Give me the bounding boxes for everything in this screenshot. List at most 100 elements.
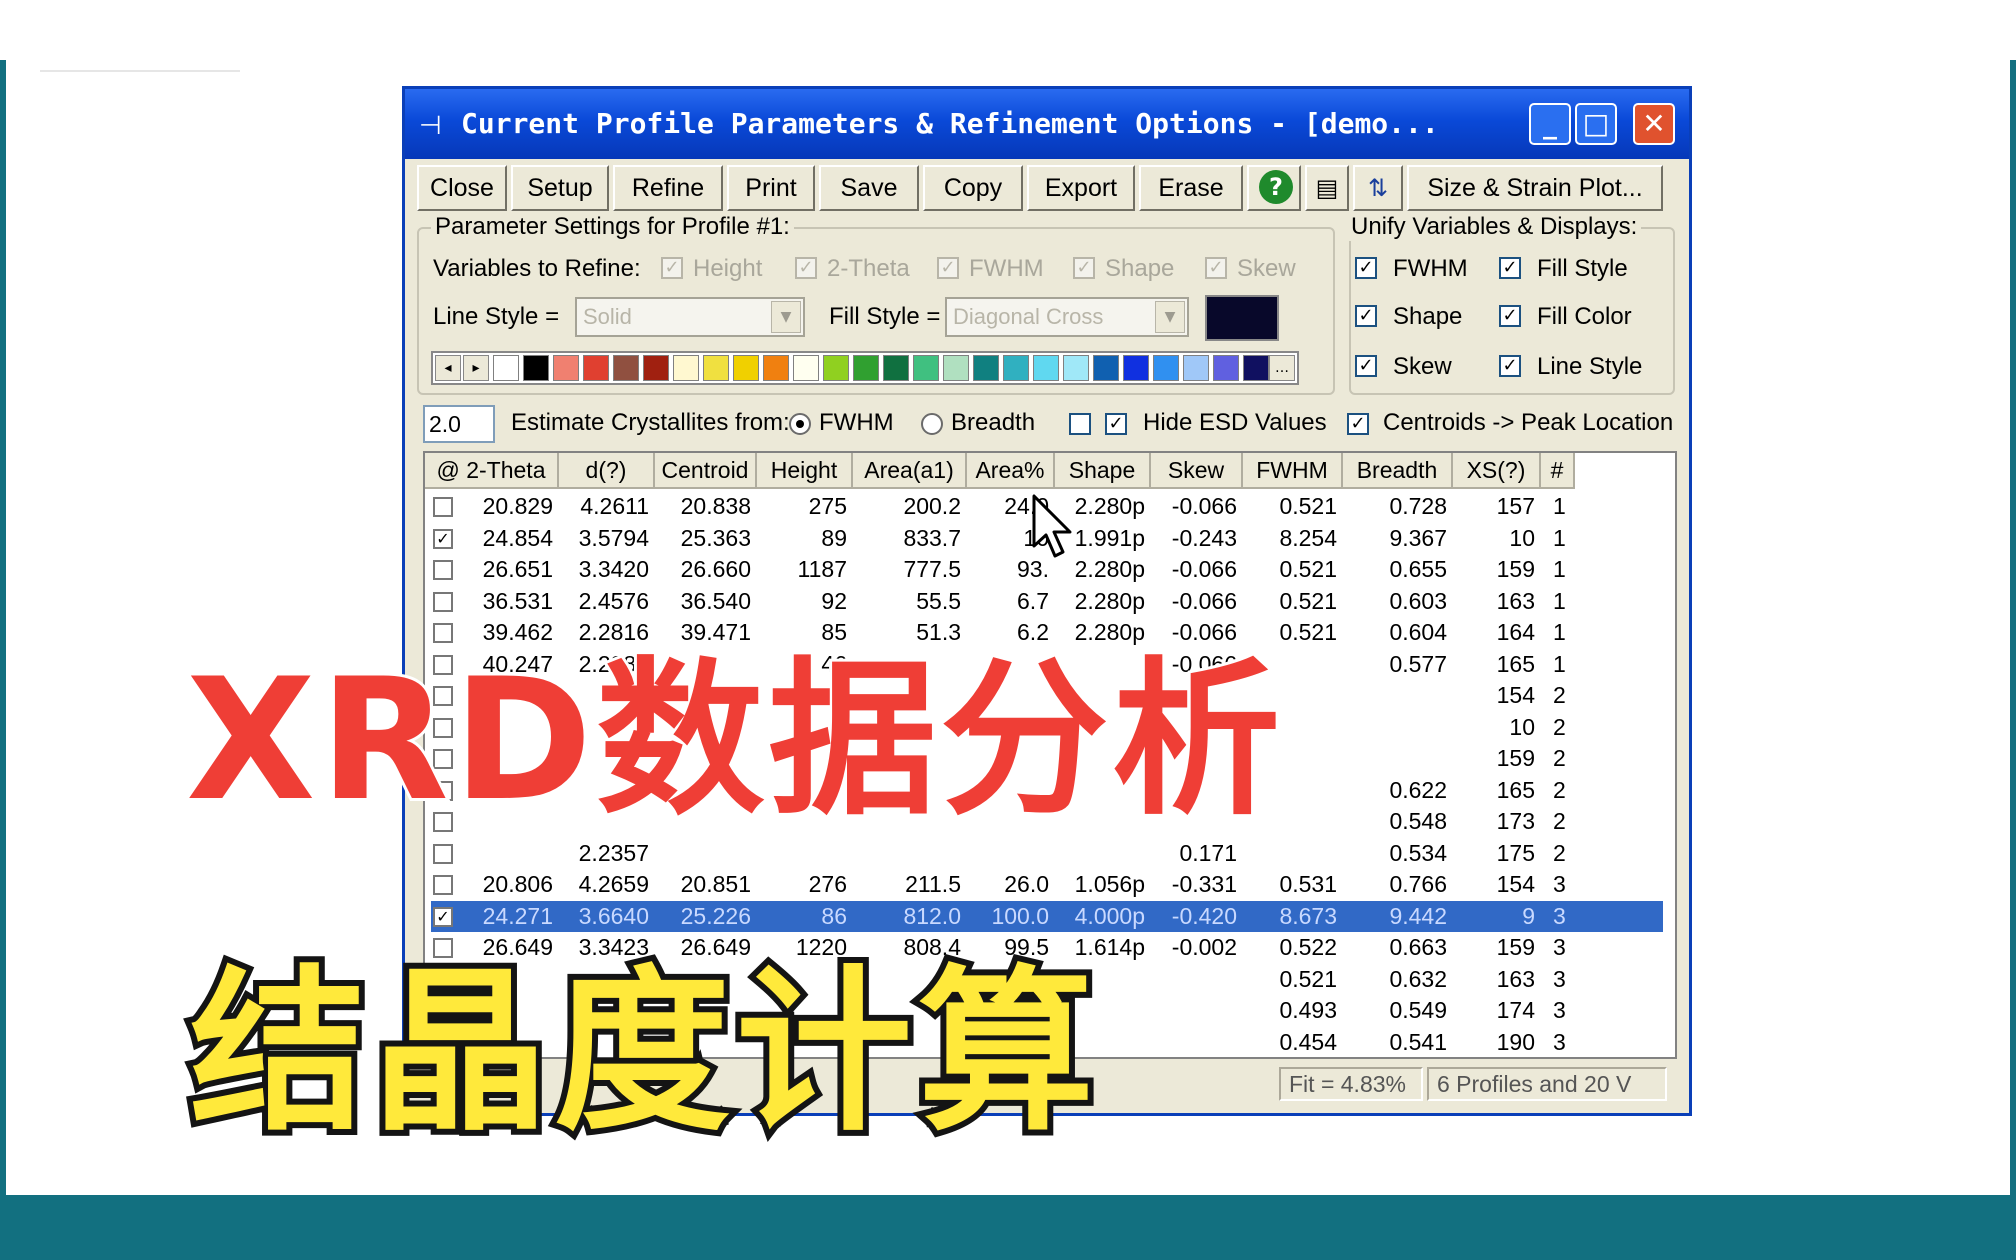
refine-button[interactable]: Refine [613, 165, 723, 211]
table-cell: 163 [1496, 587, 1535, 614]
help-button[interactable]: ? [1247, 165, 1301, 211]
unify-shape-checkbox[interactable]: ✓ [1355, 305, 1377, 327]
close-window-button[interactable]: ✕ [1633, 103, 1675, 145]
maximize-button[interactable]: □ [1575, 103, 1617, 145]
palette-color-22[interactable] [1153, 355, 1179, 381]
table-cell: 154 [1496, 682, 1535, 708]
palette-color-10[interactable] [793, 355, 819, 381]
unify-skew-checkbox[interactable]: ✓ [1355, 355, 1377, 377]
table-row[interactable]: 20.806 4.2659 20.851 276 211.5 26.0 1.056p -0.3… [425, 869, 1675, 900]
selected-color-swatch[interactable] [1205, 295, 1279, 341]
column-header-2[interactable]: Centroid [655, 453, 757, 489]
save-button[interactable]: Save [819, 165, 919, 211]
close-button[interactable]: Close [417, 165, 507, 211]
unify-skew-label: Skew [1393, 353, 1452, 380]
refine-height-label: Height [693, 255, 763, 282]
table-row-selected[interactable]: ✓ 24.271 3.6640 25.226 86 812.0 100.0 4.000p -0.… [431, 900, 1663, 932]
help-icon: ? [1259, 170, 1293, 204]
palette-color-18[interactable] [1033, 355, 1059, 381]
sort-button[interactable]: ⇅ [1353, 165, 1403, 211]
column-header-4[interactable]: Area(a1) [853, 453, 967, 489]
column-header-8[interactable]: FWHM [1243, 453, 1343, 489]
variables-to-refine-label: Variables to Refine: [433, 255, 641, 282]
table-cell: 159 [1496, 745, 1535, 771]
breadth-radio[interactable] [921, 413, 943, 435]
table-row[interactable]: 2.2357 0.171 0.534 175 2 [425, 838, 1675, 869]
overlay-subheadline: 结晶度计算 [184, 944, 1101, 1161]
palette-left-arrow-icon[interactable]: ◂ [435, 355, 461, 381]
palette-more-icon[interactable]: … [1269, 355, 1295, 381]
palette-color-7[interactable] [703, 355, 729, 381]
palette-color-19[interactable] [1063, 355, 1089, 381]
copy-button[interactable]: Copy [923, 165, 1023, 211]
palette-color-4[interactable] [613, 355, 639, 381]
palette-color-1[interactable] [523, 355, 549, 381]
refine-fwhm-checkbox[interactable]: ✓ [937, 257, 959, 279]
table-cell: 0.548 [1389, 808, 1447, 834]
palette-color-20[interactable] [1093, 355, 1119, 381]
crystallite-k-input[interactable]: 2.0 [423, 405, 495, 443]
refine-height-checkbox[interactable]: ✓ [661, 257, 683, 279]
palette-color-12[interactable] [853, 355, 879, 381]
title-bar[interactable]: ⊣ Current Profile Parameters & Refinemen… [405, 89, 1689, 159]
table-cell: 0.541 [1389, 1028, 1447, 1055]
table-cell: 3 [1553, 1028, 1566, 1055]
palette-color-9[interactable] [763, 355, 789, 381]
column-header-9[interactable]: Breadth [1343, 453, 1453, 489]
palette-color-5[interactable] [643, 355, 669, 381]
column-header-0[interactable]: @ 2-Theta [425, 453, 559, 489]
palette-color-21[interactable] [1123, 355, 1149, 381]
fwhm-radio[interactable] [789, 413, 811, 435]
palette-color-24[interactable] [1213, 355, 1239, 381]
table-row[interactable]: 36.531 2.4576 36.540 92 55.5 6.7 2.280p -0.066 0… [425, 586, 1675, 617]
palette-color-17[interactable] [1003, 355, 1029, 381]
palette-color-8[interactable] [733, 355, 759, 381]
refine-skew-checkbox[interactable]: ✓ [1205, 257, 1227, 279]
column-header-11[interactable]: # [1541, 453, 1575, 489]
palette-color-6[interactable] [673, 355, 699, 381]
export-button[interactable]: Export [1027, 165, 1135, 211]
table-cell: 777.5 [903, 556, 961, 582]
print-button[interactable]: Print [727, 165, 815, 211]
palette-color-16[interactable] [973, 355, 999, 381]
size-strain-plot-button[interactable]: Size & Strain Plot... [1407, 165, 1663, 211]
unify-fill-style-checkbox[interactable]: ✓ [1499, 257, 1521, 279]
overlay-headline: XRD数据分析 [183, 639, 1285, 841]
palette-color-11[interactable] [823, 355, 849, 381]
fill-style-select[interactable]: Diagonal Cross ▼ [945, 297, 1189, 337]
blank-checkbox[interactable] [1069, 413, 1091, 435]
unify-line-style-checkbox[interactable]: ✓ [1499, 355, 1521, 377]
column-header-3[interactable]: Height [757, 453, 853, 489]
centroids-checkbox[interactable]: ✓ [1347, 413, 1369, 435]
table-cell: 2 [1553, 713, 1566, 740]
column-header-1[interactable]: d(?) [559, 453, 655, 489]
column-header-5[interactable]: Area% [967, 453, 1055, 489]
unify-fill-color-checkbox[interactable]: ✓ [1499, 305, 1521, 327]
palette-right-arrow-icon[interactable]: ▸ [463, 355, 489, 381]
table-cell: 3.6640 [578, 902, 649, 929]
table-view-button[interactable]: ▤ [1305, 165, 1349, 211]
unify-fwhm-checkbox[interactable]: ✓ [1355, 257, 1377, 279]
hide-esd-checkbox[interactable]: ✓ [1105, 413, 1127, 435]
column-header-7[interactable]: Skew [1151, 453, 1243, 489]
line-style-select[interactable]: Solid ▼ [575, 297, 805, 337]
table-cell: 812.0 [903, 902, 961, 929]
setup-button[interactable]: Setup [511, 165, 609, 211]
table-cell: 1 [1553, 587, 1566, 614]
palette-color-13[interactable] [883, 355, 909, 381]
table-cell: 0.521 [1279, 587, 1337, 614]
palette-color-25[interactable] [1243, 355, 1269, 381]
refine-shape-checkbox[interactable]: ✓ [1073, 257, 1095, 279]
refine-2theta-checkbox[interactable]: ✓ [795, 257, 817, 279]
palette-color-14[interactable] [913, 355, 939, 381]
erase-button[interactable]: Erase [1139, 165, 1243, 211]
minimize-button[interactable]: _ [1529, 103, 1571, 145]
palette-color-15[interactable] [943, 355, 969, 381]
palette-color-23[interactable] [1183, 355, 1209, 381]
column-header-10[interactable]: XS(?) [1453, 453, 1541, 489]
palette-color-3[interactable] [583, 355, 609, 381]
palette-color-0[interactable] [493, 355, 519, 381]
table-cell: 165 [1496, 650, 1535, 677]
palette-color-2[interactable] [553, 355, 579, 381]
column-header-6[interactable]: Shape [1055, 453, 1151, 489]
